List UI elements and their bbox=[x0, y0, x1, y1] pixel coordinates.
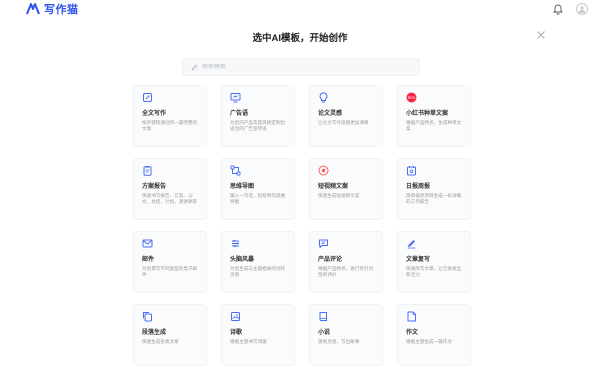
top-icons bbox=[552, 3, 588, 15]
template-card-title: 日报周报 bbox=[406, 184, 431, 190]
template-card[interactable]: 短视频文案快速生成短视频文案 bbox=[309, 158, 383, 220]
template-card-description: 为您生成与主题相关的创作灵感 bbox=[230, 266, 286, 277]
template-card[interactable]: 诗歌根据主题书写诗歌 bbox=[221, 304, 295, 366]
template-card[interactable]: 全文写作按步骤快速创作一篇完整的文章 bbox=[133, 85, 207, 147]
image-icon bbox=[231, 312, 240, 321]
template-card-title: 产品评论 bbox=[318, 257, 343, 263]
logo[interactable]: 写作猫 bbox=[26, 2, 79, 16]
template-card-description: 根据主题书写诗歌 bbox=[230, 339, 267, 344]
template-card-description: 快速生成各类文章 bbox=[142, 339, 179, 344]
template-card-description: 根据主题生成一篇作文 bbox=[406, 339, 452, 344]
template-card-title: 作文 bbox=[406, 330, 419, 336]
template-card[interactable]: 思维导图输入一句话，轻松制作思维导图 bbox=[221, 158, 295, 220]
template-card[interactable]: 日报周报简单描述项目生成一份详细的工作报告 bbox=[397, 158, 471, 220]
template-card-title: 文章复写 bbox=[406, 257, 431, 263]
template-card-description: 快速改写文章，让它焕发全新活力 bbox=[406, 266, 462, 277]
template-card[interactable]: 段落生成快速生成各类文章 bbox=[133, 304, 207, 366]
mindmap-icon bbox=[230, 165, 241, 176]
template-card[interactable]: 文章复写快速改写文章，让它焕发全新活力 bbox=[397, 231, 471, 293]
template-card-title: 小说 bbox=[318, 330, 331, 336]
pen-rewrite-icon bbox=[407, 240, 416, 249]
red-book-icon: RED bbox=[406, 92, 417, 103]
template-card-title: 诗歌 bbox=[230, 330, 243, 336]
copy-icon bbox=[143, 312, 152, 322]
play-icon bbox=[318, 165, 329, 176]
template-card-description: 输入一句话，轻松制作思维导图 bbox=[230, 193, 286, 204]
template-card-title: 全文写作 bbox=[142, 111, 167, 117]
comment-icon bbox=[319, 239, 328, 248]
lightbulb-icon bbox=[319, 92, 328, 103]
search-box bbox=[182, 58, 420, 76]
bell-icon[interactable] bbox=[552, 3, 564, 15]
template-card-description: 根据产品特点，生成种草文案 bbox=[406, 120, 462, 131]
template-grid: 全文写作 按步骤快速创作一篇完整的文章 广告语 为您的产品及其风格定制出适合的广告宣传… bbox=[133, 85, 471, 366]
template-card-title: 邮件 bbox=[142, 257, 155, 263]
template-card[interactable]: 小说激发灵感，写出故事 bbox=[309, 304, 383, 366]
template-card[interactable]: 产品评论根据产品特点，进行有针对性的评价 bbox=[309, 231, 383, 293]
template-card-title: 短视频文案 bbox=[318, 184, 349, 190]
template-card[interactable]: 广告语为您的产品及其风格定制出适合的广告宣传语 bbox=[221, 85, 295, 147]
search-input[interactable] bbox=[202, 64, 402, 70]
template-card-title: 思维导图 bbox=[230, 184, 255, 190]
edit-icon bbox=[143, 93, 152, 102]
template-card-description: 快速生成短视频文案 bbox=[318, 193, 360, 198]
template-card[interactable]: 论文灵感让论文写作思路更加清晰 bbox=[309, 85, 383, 147]
logo-text: 写作猫 bbox=[44, 4, 79, 16]
template-card[interactable]: 方案报告快速书写报告、方案、公文、总结、计划、演讲稿等 bbox=[133, 158, 207, 220]
template-card-description: 为您撰写不同类型的电子邮件 bbox=[142, 266, 198, 277]
template-card-title: 方案报告 bbox=[142, 184, 167, 190]
mail-icon bbox=[142, 239, 153, 248]
template-card-title: 小红书种草文案 bbox=[406, 111, 449, 117]
book-icon bbox=[319, 312, 327, 321]
template-card[interactable]: RED 小红书种草文案根据产品特点，生成种草文案 bbox=[397, 85, 471, 147]
user-avatar-icon[interactable] bbox=[576, 3, 588, 15]
template-card[interactable]: 头脑风暴为您生成与主题相关的创作灵感 bbox=[221, 231, 295, 293]
template-card-description: 激发灵感，写出故事 bbox=[318, 339, 360, 344]
logo-mark-icon bbox=[26, 3, 40, 15]
sliders-icon bbox=[232, 240, 239, 247]
template-card-description: 让论文写作思路更加清晰 bbox=[318, 120, 369, 125]
close-icon[interactable] bbox=[536, 30, 546, 40]
template-card-description: 根据产品特点，进行有针对性的评价 bbox=[318, 266, 374, 277]
svg-text:RED: RED bbox=[408, 96, 416, 100]
template-card-title: 段落生成 bbox=[142, 330, 167, 336]
template-card-title: 头脑风暴 bbox=[230, 257, 255, 263]
template-card-description: 为您的产品及其风格定制出适合的广告宣传语 bbox=[230, 120, 286, 131]
template-card-title: 广告语 bbox=[230, 111, 249, 117]
template-card-title: 论文灵感 bbox=[318, 111, 343, 117]
top-bar: 写作猫 bbox=[0, 0, 600, 20]
template-card[interactable]: 作文根据主题生成一篇作文 bbox=[397, 304, 471, 366]
template-card-description: 按步骤快速创作一篇完整的文章 bbox=[142, 120, 198, 131]
panel-title: 选中AI模板，开始创作 bbox=[252, 33, 348, 44]
template-card-description: 快速书写报告、方案、公文、总结、计划、演讲稿等 bbox=[142, 193, 198, 204]
template-card[interactable]: 邮件为您撰写不同类型的电子邮件 bbox=[133, 231, 207, 293]
template-card-description: 简单描述项目生成一份详细的工作报告 bbox=[406, 193, 462, 204]
monitor-icon bbox=[230, 93, 241, 103]
document-icon bbox=[407, 311, 416, 322]
calendar-icon bbox=[407, 166, 416, 176]
search-pen-icon bbox=[191, 64, 198, 71]
clipboard-icon bbox=[143, 166, 152, 176]
